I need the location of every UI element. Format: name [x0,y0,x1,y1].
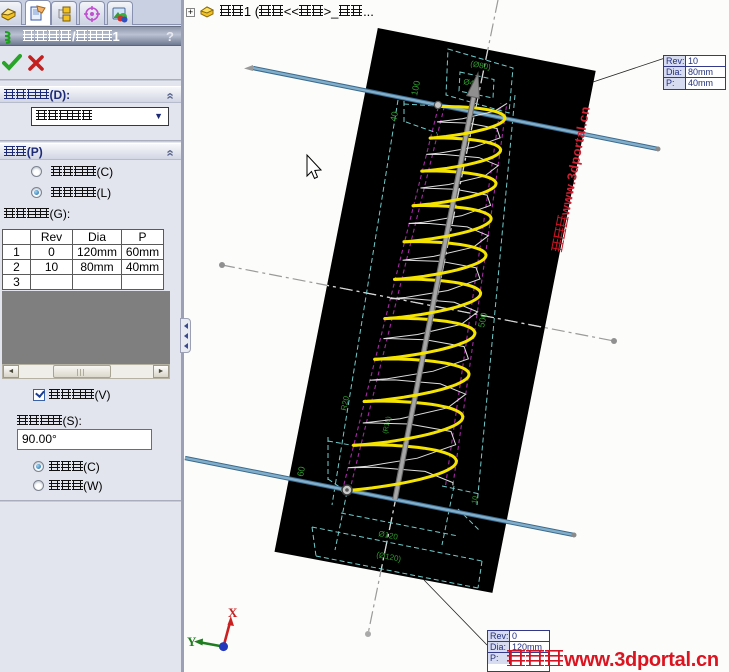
svg-text:60: 60 [295,466,307,478]
svg-text:40: 40 [388,111,400,123]
svg-text:X: X [228,605,238,620]
svg-text:Y: Y [187,634,197,649]
